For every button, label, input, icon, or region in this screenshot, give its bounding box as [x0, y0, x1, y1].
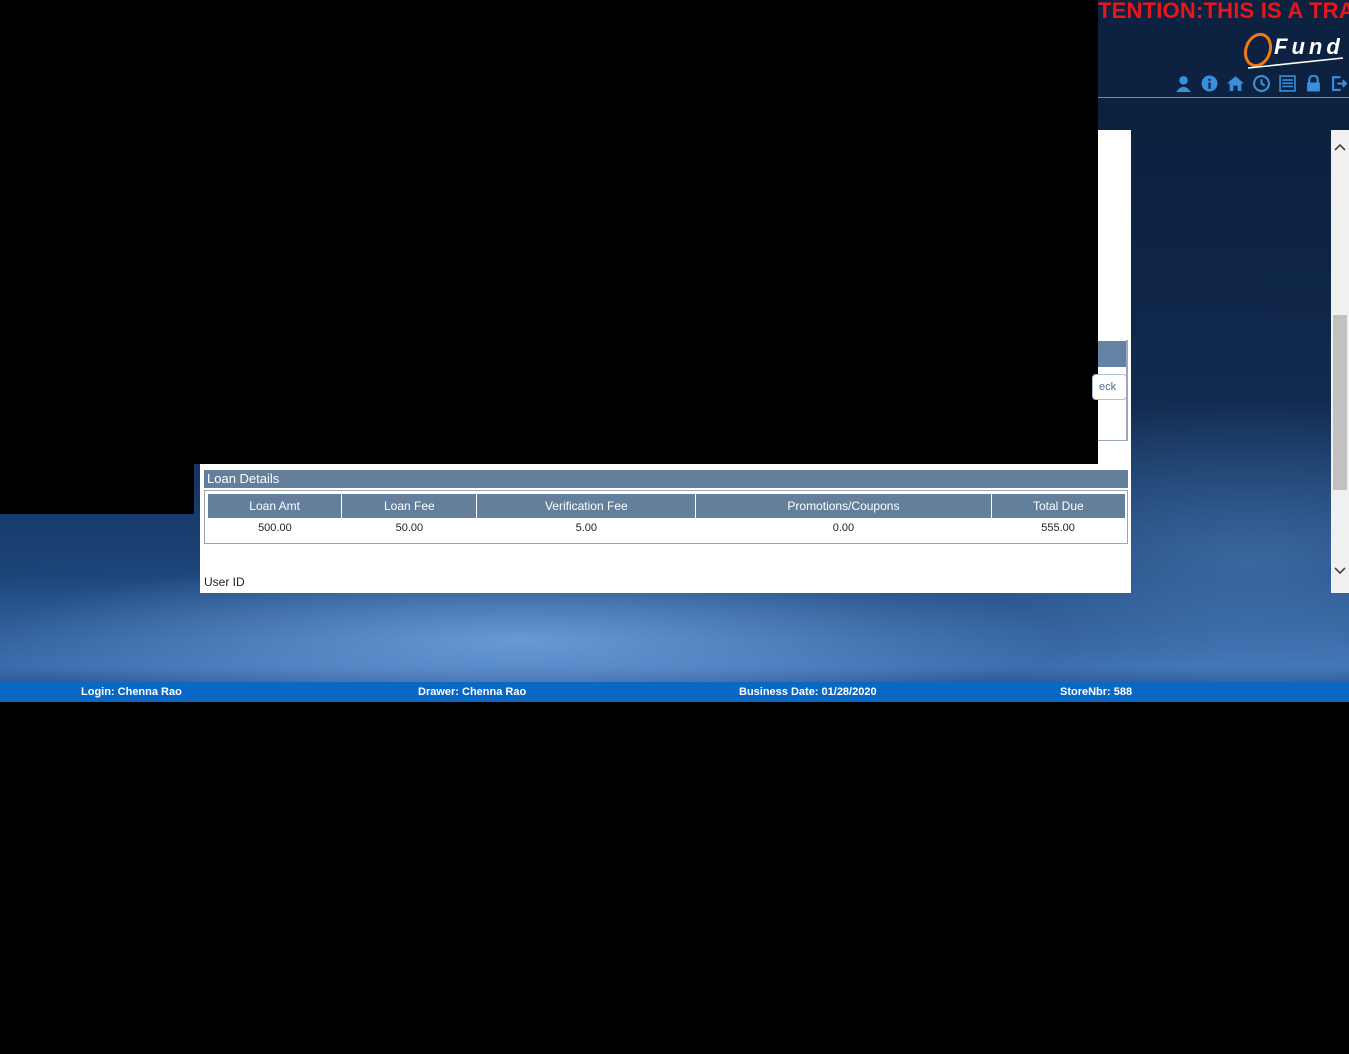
scroll-down-icon[interactable] [1334, 564, 1346, 576]
verification-fee-value: 5.00 [575, 522, 598, 534]
header-divider [1098, 97, 1349, 98]
user-icon[interactable] [1174, 74, 1193, 93]
qfund-logo: Fund [1238, 28, 1348, 72]
content-panel: Loan Details Loan Amt Loan Fee Verificat… [200, 464, 1131, 593]
section-border [1126, 340, 1128, 441]
home-icon[interactable] [1226, 74, 1245, 93]
loan-fee-value: 50.00 [395, 522, 424, 534]
lock-icon[interactable] [1304, 74, 1323, 93]
column-header-loan-amt: Loan Amt [208, 494, 343, 518]
info-icon[interactable] [1200, 74, 1219, 93]
column-header-promotions: Promotions/Coupons [695, 494, 992, 518]
column-header-total-due: Total Due [991, 494, 1125, 518]
check-button[interactable]: eck [1092, 374, 1127, 400]
list-icon[interactable] [1278, 74, 1297, 93]
status-login: Login: Chenna Rao [81, 686, 182, 698]
loan-details-box: Loan Amt Loan Fee Verification Fee Promo… [204, 490, 1128, 544]
total-due-value: 555.00 [1041, 522, 1075, 534]
logo-text: Fund [1274, 34, 1344, 59]
loan-details-title: Loan Details [204, 470, 1128, 488]
status-bar: Login: Chenna Rao Drawer: Chenna Rao Bus… [0, 682, 1349, 702]
column-header-loan-fee: Loan Fee [341, 494, 478, 518]
masked-region [0, 702, 1349, 1054]
masked-region [0, 464, 194, 514]
status-business-date: Business Date: 01/28/2020 [739, 686, 877, 698]
masked-region [0, 0, 1098, 464]
loan-amt-value: 500.00 [258, 522, 292, 534]
status-store: StoreNbr: 588 [1060, 686, 1133, 698]
training-banner: TENTION:THIS IS A TRAI [1098, 0, 1349, 23]
promotions-value: 0.00 [832, 522, 855, 534]
loan-details-table: Loan Amt Loan Fee Verification Fee Promo… [208, 494, 1125, 538]
status-drawer: Drawer: Chenna Rao [418, 686, 527, 698]
app-header: TENTION:THIS IS A TRAI Fund [1098, 0, 1349, 105]
header-toolbar [1174, 74, 1349, 93]
section-border [1098, 440, 1128, 441]
section-header-partial [1098, 341, 1127, 367]
scroll-up-icon[interactable] [1334, 142, 1346, 154]
table-row: 500.00 50.00 5.00 0.00 555.00 [208, 518, 1125, 538]
user-id-label: User ID [204, 575, 245, 589]
table-header-row: Loan Amt Loan Fee Verification Fee Promo… [208, 494, 1125, 518]
vertical-scrollbar[interactable] [1331, 130, 1349, 593]
column-header-verification-fee: Verification Fee [476, 494, 697, 518]
clock-icon[interactable] [1252, 74, 1271, 93]
scroll-thumb[interactable] [1333, 315, 1347, 490]
logout-icon[interactable] [1330, 74, 1349, 93]
